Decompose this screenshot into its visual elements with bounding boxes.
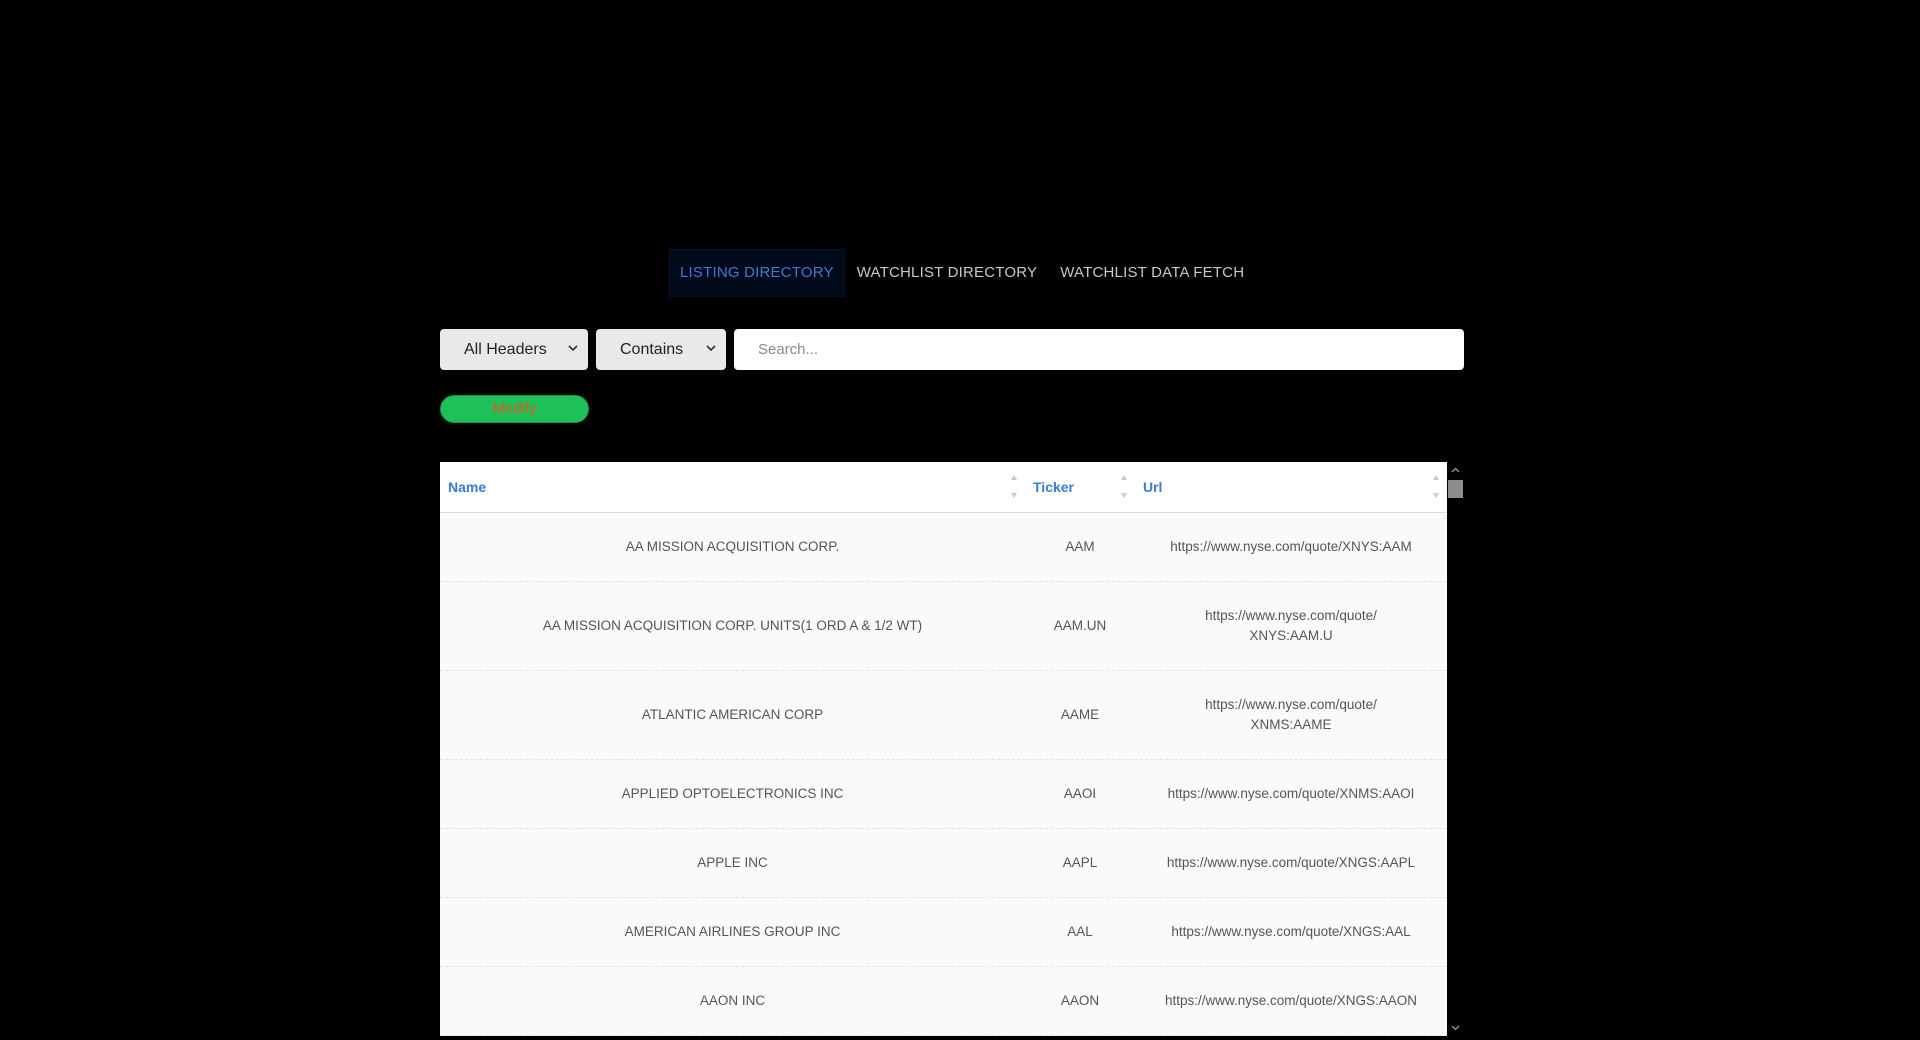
cell-url: https://www.nyse.com/quote/ XNMS:AAME	[1135, 670, 1447, 760]
cell-url: https://www.nyse.com/quote/XNYS:AAM	[1135, 512, 1447, 582]
operator-select-value: Contains	[620, 340, 684, 358]
cell-url-line: XNYS:AAM.U	[1249, 627, 1333, 643]
cell-name: AMERICAN AIRLINES GROUP INC	[440, 897, 1025, 967]
cell-url: https://www.nyse.com/quote/ XNYS:AAM.U	[1135, 581, 1447, 671]
cell-name: AAON INC	[440, 966, 1025, 1036]
cell-ticker: AAL	[1025, 897, 1135, 967]
nav-listing-directory[interactable]: LISTING DIRECTORY	[669, 249, 845, 297]
search-input[interactable]	[734, 329, 1464, 370]
nav-watchlist-directory[interactable]: WATCHLIST DIRECTORY	[846, 249, 1049, 297]
cell-name: ATLANTIC AMERICAN CORP	[440, 670, 1025, 760]
chevron-down-icon	[706, 345, 716, 352]
table-row[interactable]: AA MISSION ACQUISITION CORP. AAM https:/…	[440, 512, 1447, 582]
cell-name: APPLE INC	[440, 828, 1025, 898]
cell-ticker: AAM	[1025, 512, 1135, 582]
cell-url-line: https://www.nyse.com/quote/	[1205, 696, 1377, 712]
table-scrollbar[interactable]	[1447, 462, 1464, 1036]
cell-url-line: XNMS:AAME	[1250, 716, 1332, 732]
top-nav: LISTING DIRECTORY WATCHLIST DIRECTORY WA…	[669, 249, 1255, 297]
table-row[interactable]: AAON INC AAON https://www.nyse.com/quote…	[440, 966, 1447, 1036]
column-header-ticker[interactable]: Ticker	[1025, 462, 1135, 513]
listing-table-container: Name Ticker Url AA MISSION ACQUISITION C…	[440, 462, 1464, 1036]
table-row[interactable]: APPLE INC AAPL https://www.nyse.com/quot…	[440, 828, 1447, 898]
cell-ticker: AAME	[1025, 670, 1135, 760]
scroll-down-icon[interactable]	[1451, 1023, 1460, 1032]
sort-icon[interactable]	[1009, 472, 1019, 502]
filter-bar: All Headers Contains	[440, 329, 1464, 370]
column-header-label: Url	[1143, 478, 1163, 495]
sort-icon[interactable]	[1119, 472, 1129, 502]
cell-url: https://www.nyse.com/quote/XNMS:AAOI	[1135, 759, 1447, 829]
cell-url: https://www.nyse.com/quote/XNGS:AAPL	[1135, 828, 1447, 898]
page: LISTING DIRECTORY WATCHLIST DIRECTORY WA…	[0, 0, 1920, 1040]
chevron-down-icon	[568, 345, 578, 352]
column-header-url[interactable]: Url	[1135, 462, 1447, 513]
cell-url: https://www.nyse.com/quote/XNGS:AAL	[1135, 897, 1447, 967]
nav-watchlist-data-fetch[interactable]: WATCHLIST DATA FETCH	[1049, 249, 1255, 297]
header-select-value: All Headers	[464, 340, 547, 358]
cell-url-line: https://www.nyse.com/quote/	[1205, 607, 1377, 623]
cell-name: AA MISSION ACQUISITION CORP.	[440, 512, 1025, 582]
table-row[interactable]: AMERICAN AIRLINES GROUP INC AAL https://…	[440, 897, 1447, 967]
column-header-label: Name	[448, 478, 487, 495]
cell-ticker: AAOI	[1025, 759, 1135, 829]
cell-ticker: AAON	[1025, 966, 1135, 1036]
table-row[interactable]: APPLIED OPTOELECTRONICS INC AAOI https:/…	[440, 759, 1447, 829]
operator-select[interactable]: Contains	[596, 329, 726, 370]
scroll-up-icon[interactable]	[1451, 466, 1460, 475]
cell-ticker: AAPL	[1025, 828, 1135, 898]
sort-icon[interactable]	[1431, 472, 1441, 502]
cell-name: AA MISSION ACQUISITION CORP. UNITS(1 ORD…	[440, 581, 1025, 671]
cell-name: APPLIED OPTOELECTRONICS INC	[440, 759, 1025, 829]
table-row[interactable]: AA MISSION ACQUISITION CORP. UNITS(1 ORD…	[440, 581, 1447, 671]
modify-button[interactable]: Modify	[440, 395, 589, 423]
column-header-label: Ticker	[1033, 478, 1074, 495]
table-header-row: Name Ticker Url	[440, 462, 1447, 513]
listing-table: Name Ticker Url AA MISSION ACQUISITION C…	[440, 462, 1447, 1036]
cell-ticker: AAM.UN	[1025, 581, 1135, 671]
scrollbar-thumb[interactable]	[1448, 480, 1463, 498]
cell-url: https://www.nyse.com/quote/XNGS:AAON	[1135, 966, 1447, 1036]
header-select[interactable]: All Headers	[440, 329, 588, 370]
table-row[interactable]: ATLANTIC AMERICAN CORP AAME https://www.…	[440, 670, 1447, 760]
column-header-name[interactable]: Name	[440, 462, 1025, 513]
